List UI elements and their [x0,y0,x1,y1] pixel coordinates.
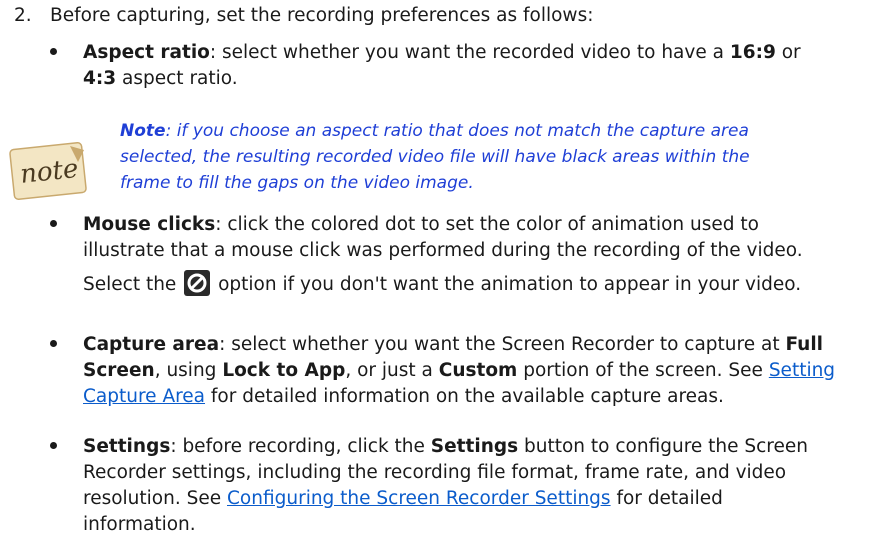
step-number: 2. [14,5,32,26]
bullet-mouse-clicks: Mouse clicks: click the colored dot to s… [50,212,865,298]
settings-term: Settings [83,436,171,457]
setting-capture-area-link-cont[interactable]: Capture Area [83,386,205,407]
configuring-settings-link[interactable]: Configuring the Screen Recorder Settings [227,488,611,509]
bullet-dot [50,340,57,347]
bullet-capture-area: Capture area: select whether you want th… [50,332,865,410]
bullet-aspect-ratio: Aspect ratio: select whether you want th… [50,40,865,92]
bullet-dot [50,442,57,449]
document-page: 2. Before capturing, set the recording p… [0,0,874,541]
note-callout: Note: if you choose an aspect ratio that… [120,121,750,193]
note-label: Note [120,121,166,141]
bullet-dot [50,48,57,55]
no-symbol-icon [184,270,211,296]
step-text: Before capturing, set the recording pref… [50,5,594,26]
bullet-dot [50,220,57,227]
bullet-settings: Settings: before recording, click the Se… [50,434,865,538]
note-sticker-icon: note [9,142,87,200]
aspect-ratio-term: Aspect ratio [83,42,210,63]
capture-area-term: Capture area [83,334,220,355]
setting-capture-area-link[interactable]: Setting [769,360,835,381]
mouse-clicks-term: Mouse clicks [83,214,216,235]
svg-text:note: note [19,154,80,190]
